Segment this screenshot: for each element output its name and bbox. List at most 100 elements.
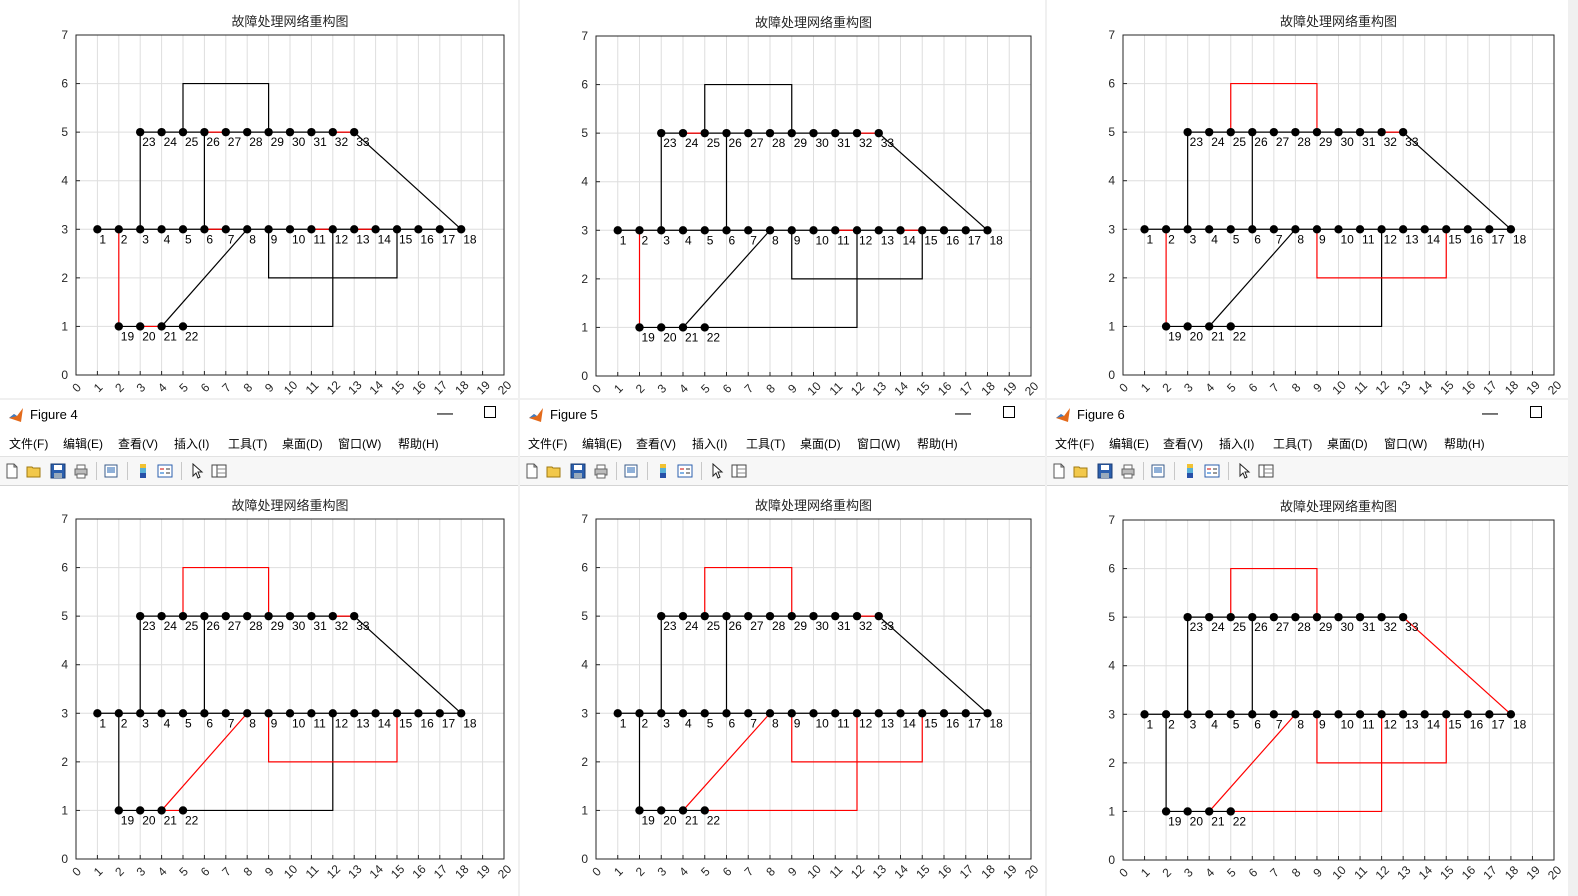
edit-plot-icon[interactable] [189,463,205,479]
menu-help[interactable]: 帮助(H) [1444,435,1485,452]
minimize-button[interactable]: — [430,402,460,426]
minimize-button[interactable]: — [1475,402,1505,426]
insert-legend-icon[interactable] [1204,463,1220,479]
title-bar[interactable]: Figure 5 — [520,400,1045,430]
menu-file[interactable]: 文件(F) [528,435,567,452]
title-bar[interactable]: Figure 6 — [1047,400,1568,430]
menu-help[interactable]: 帮助(H) [917,435,958,452]
node-label: 19 [642,330,656,344]
print-preview-icon[interactable] [623,463,639,479]
toolbar-separator [701,462,702,480]
menu-insert[interactable]: 插入(I) [692,435,727,452]
x-tick-label: 7 [742,381,757,396]
property-inspector-icon[interactable] [731,463,747,479]
menu-help[interactable]: 帮助(H) [398,435,439,452]
node-label: 2 [1168,232,1175,246]
menu-file[interactable]: 文件(F) [1055,435,1094,452]
y-tick-label: 0 [61,852,68,866]
insert-legend-icon[interactable] [157,463,173,479]
menu-window[interactable]: 窗口(W) [338,435,381,452]
node-label: 30 [292,135,306,149]
x-tick-label: 11 [827,379,846,396]
insert-colorbar-icon[interactable] [655,463,671,479]
x-tick-label: 5 [1224,865,1239,880]
node-label: 6 [1254,232,1261,246]
y-tick-label: 6 [61,561,68,575]
node-label: 17 [442,232,456,246]
property-inspector-icon[interactable] [1258,463,1274,479]
y-tick-label: 5 [61,125,68,139]
plot-area: 0 1 2 3 4 5 6 7 8 9 10 11 12 13 14 15 16 17 18 19 2001234567… [61,498,514,881]
node-label: 5 [707,716,714,730]
node-label: 32 [859,136,873,150]
menu-tools[interactable]: 工具(T) [228,435,267,452]
menu-tools[interactable]: 工具(T) [746,435,785,452]
new-figure-icon[interactable] [1051,463,1067,479]
menu-edit[interactable]: 编辑(E) [582,435,622,452]
node-label: 17 [968,233,982,247]
maximize-button[interactable] [484,406,496,418]
node-label: 11 [1362,232,1375,246]
x-tick-label: 14 [1416,378,1436,396]
save-icon[interactable] [570,463,586,479]
menu-view[interactable]: 查看(V) [636,435,676,452]
menu-view[interactable]: 查看(V) [118,435,158,452]
open-file-icon[interactable] [1073,463,1089,479]
insert-colorbar-icon[interactable] [1182,463,1198,479]
print-preview-icon[interactable] [1150,463,1166,479]
x-tick-label: 7 [1267,380,1282,395]
node-label: 20 [663,330,677,344]
node-label: 12 [859,233,873,247]
x-tick-label: 2 [1159,380,1174,395]
print-icon[interactable] [1120,463,1136,479]
node-label: 4 [1211,717,1218,731]
x-tick-label: 13 [870,379,890,396]
x-tick-label: 19 [1523,378,1543,396]
x-tick-label: 11 [827,862,846,881]
new-figure-icon[interactable] [524,463,540,479]
maximize-button[interactable] [1003,406,1015,418]
print-icon[interactable] [593,463,609,479]
property-inspector-icon[interactable] [211,463,227,479]
node-label: 27 [1276,620,1290,634]
minimize-button[interactable]: — [948,402,978,426]
menu-insert[interactable]: 插入(I) [174,435,209,452]
menu-edit[interactable]: 编辑(E) [63,435,103,452]
menu-insert[interactable]: 插入(I) [1219,435,1254,452]
edit-plot-icon[interactable] [1236,463,1252,479]
menu-bar: 文件(F) 编辑(E) 查看(V) 插入(I) 工具(T) 桌面(D) 窗口(W… [0,432,518,454]
menu-window[interactable]: 窗口(W) [857,435,900,452]
x-tick-label: 15 [1437,378,1457,396]
y-tick-label: 7 [1108,513,1115,527]
x-tick-label: 0 [69,380,84,395]
node-label: 11 [1362,717,1375,731]
insert-colorbar-icon[interactable] [135,463,151,479]
title-bar[interactable]: Figure 4 — [0,400,518,430]
menu-desktop[interactable]: 桌面(D) [1327,435,1368,452]
new-figure-icon[interactable] [4,463,20,479]
node-label: 21 [1211,814,1225,828]
menu-tools[interactable]: 工具(T) [1273,435,1312,452]
menu-edit[interactable]: 编辑(E) [1109,435,1149,452]
save-icon[interactable] [50,463,66,479]
plot-title: 故障处理网络重构图 [1280,499,1397,514]
edit-plot-icon[interactable] [709,463,725,479]
node-label: 13 [1405,232,1419,246]
menu-desktop[interactable]: 桌面(D) [282,435,323,452]
open-file-icon[interactable] [26,463,42,479]
print-icon[interactable] [73,463,89,479]
open-file-icon[interactable] [546,463,562,479]
x-tick-label: 3 [134,380,149,395]
node-label: 6 [206,716,213,730]
save-icon[interactable] [1097,463,1113,479]
menu-view[interactable]: 查看(V) [1163,435,1203,452]
y-tick-label: 1 [61,319,68,333]
menu-file[interactable]: 文件(F) [9,435,48,452]
print-preview-icon[interactable] [103,463,119,479]
insert-legend-icon[interactable] [677,463,693,479]
node-label: 14 [903,716,917,730]
node-label: 20 [1190,814,1204,828]
menu-window[interactable]: 窗口(W) [1384,435,1427,452]
menu-desktop[interactable]: 桌面(D) [800,435,841,452]
maximize-button[interactable] [1530,406,1542,418]
